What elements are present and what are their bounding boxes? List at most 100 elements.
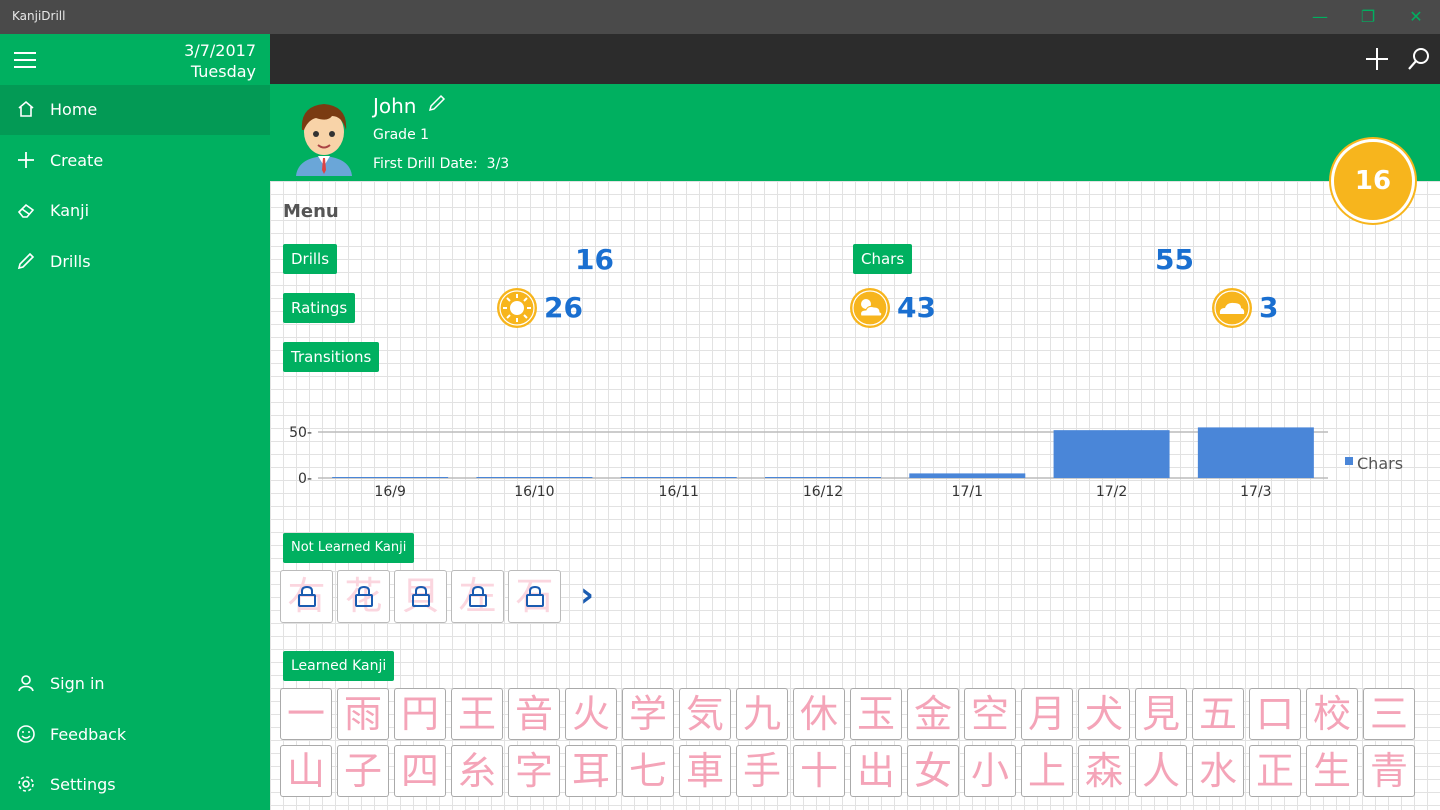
learned-kanji-tile[interactable]: 子: [337, 745, 389, 797]
learned-kanji-tile[interactable]: 生: [1306, 745, 1358, 797]
restore-button[interactable]: ❐: [1344, 0, 1392, 34]
plus-icon[interactable]: [1364, 46, 1390, 72]
learned-kanji-tile[interactable]: 火: [565, 688, 617, 740]
hamburger-menu-icon[interactable]: [14, 52, 38, 70]
learned-kanji-tile[interactable]: 犬: [1078, 688, 1130, 740]
chart-bar: [1197, 427, 1314, 478]
not-learned-tag[interactable]: Not Learned Kanji: [283, 533, 415, 563]
minimize-button[interactable]: —: [1296, 0, 1344, 34]
legend-label: Chars: [1357, 454, 1403, 473]
learned-kanji-tile[interactable]: 九: [736, 688, 788, 740]
main-content: Menu Drills 16 Chars 55 Ratings 26 43 3 …: [270, 181, 1440, 810]
learned-kanji-tile[interactable]: 雨: [337, 688, 389, 740]
learned-tag[interactable]: Learned Kanji: [283, 651, 395, 681]
next-arrow-icon[interactable]: ›: [580, 577, 594, 613]
plus-icon: [18, 152, 34, 168]
learned-kanji-tile[interactable]: 口: [1249, 688, 1301, 740]
nav-item-sign-in[interactable]: Sign in: [0, 659, 270, 709]
learned-kanji-tile[interactable]: 気: [679, 688, 731, 740]
learned-kanji-tile[interactable]: 上: [1021, 745, 1073, 797]
y-tick-label: 50-: [289, 425, 312, 441]
learned-kanji-tile[interactable]: 音: [508, 688, 560, 740]
nav-label-drills: Drills: [50, 252, 91, 271]
locked-kanji-tile[interactable]: 右: [280, 570, 333, 623]
ratings-tag[interactable]: Ratings: [283, 293, 356, 323]
learned-kanji-tile[interactable]: 青: [1363, 745, 1415, 797]
learned-kanji-tile[interactable]: 休: [793, 688, 845, 740]
x-tick-label: 17/3: [1240, 484, 1271, 500]
lock-icon: [526, 585, 544, 607]
weekday-text: Tuesday: [190, 62, 256, 81]
person-icon: [18, 675, 34, 692]
nav-item-create[interactable]: Create: [0, 136, 270, 186]
learned-kanji-tile[interactable]: 五: [1192, 688, 1244, 740]
title-bar: KanjiDrill — ❐ ✕: [0, 0, 1440, 34]
learned-kanji-tile[interactable]: 山: [280, 745, 332, 797]
learned-kanji-tile[interactable]: 四: [394, 745, 446, 797]
locked-kanji-tile[interactable]: 花: [337, 570, 390, 623]
drills-count: 16: [575, 243, 614, 276]
nav-label-kanji: Kanji: [50, 201, 90, 220]
learned-kanji-tile[interactable]: 手: [736, 745, 788, 797]
nav-label-create: Create: [50, 151, 104, 170]
learned-kanji-tile[interactable]: 校: [1306, 688, 1358, 740]
nav-item-home[interactable]: Home: [0, 85, 270, 135]
x-tick-label: 16/11: [659, 484, 699, 500]
avatar[interactable]: [290, 94, 358, 176]
edit-pencil-icon[interactable]: [428, 94, 446, 112]
nav-item-kanji[interactable]: Kanji: [0, 186, 270, 236]
first-drill-value: 3/3: [486, 156, 510, 172]
lock-icon: [355, 585, 373, 607]
x-tick-label: 17/2: [1096, 484, 1127, 500]
locked-kanji-tile[interactable]: 貝: [394, 570, 447, 623]
transitions-tag[interactable]: Transitions: [283, 342, 380, 372]
x-tick-label: 16/12: [803, 484, 843, 500]
learned-kanji-tile[interactable]: 十: [793, 745, 845, 797]
rating-partly-count: 43: [897, 291, 936, 324]
chart-bar: [620, 477, 737, 478]
chart-bar: [476, 477, 593, 478]
learned-kanji-tile[interactable]: 月: [1021, 688, 1073, 740]
x-tick-label: 17/1: [952, 484, 983, 500]
menu-heading: Menu: [283, 201, 339, 222]
transitions-chart: 50- 0- 16/9 16/10 16/11 16/12 17/1 17/2 17/3 Char…: [289, 425, 1403, 500]
nav-item-feedback[interactable]: Feedback: [0, 710, 270, 760]
learned-kanji-tile[interactable]: 七: [622, 745, 674, 797]
learned-kanji-tile[interactable]: 糸: [451, 745, 503, 797]
learned-kanji-tile[interactable]: 学: [622, 688, 674, 740]
nav-label-settings: Settings: [50, 775, 116, 794]
close-button[interactable]: ✕: [1392, 0, 1440, 34]
learned-kanji-tile[interactable]: 見: [1135, 688, 1187, 740]
lock-icon: [469, 585, 487, 607]
profile-name: John: [373, 94, 417, 118]
learned-kanji-tile[interactable]: 金: [907, 688, 959, 740]
learned-kanji-tile[interactable]: 女: [907, 745, 959, 797]
rating-sunny-count: 26: [544, 291, 583, 324]
learned-kanji-tile[interactable]: 字: [508, 745, 560, 797]
first-drill-label: First Drill Date:: [373, 156, 478, 172]
learned-kanji-tile[interactable]: 人: [1135, 745, 1187, 797]
learned-kanji-tile[interactable]: 正: [1249, 745, 1301, 797]
nav-item-drills[interactable]: Drills: [0, 237, 270, 287]
learned-kanji-tile[interactable]: 三: [1363, 688, 1415, 740]
locked-kanji-tile[interactable]: 石: [508, 570, 561, 623]
learned-kanji-tile[interactable]: 円: [394, 688, 446, 740]
learned-kanji-tile[interactable]: 一: [280, 688, 332, 740]
learned-kanji-tile[interactable]: 出: [850, 745, 902, 797]
chars-tag[interactable]: Chars: [853, 244, 913, 274]
learned-kanji-tile[interactable]: 王: [451, 688, 503, 740]
search-icon[interactable]: [1406, 46, 1432, 72]
nav-item-settings[interactable]: Settings: [0, 760, 270, 810]
learned-kanji-tile[interactable]: 車: [679, 745, 731, 797]
drills-tag[interactable]: Drills: [283, 244, 338, 274]
learned-kanji-tile[interactable]: 森: [1078, 745, 1130, 797]
learned-kanji-tile[interactable]: 小: [964, 745, 1016, 797]
pencil-icon: [17, 252, 35, 270]
learned-kanji-tile[interactable]: 耳: [565, 745, 617, 797]
kanjidrill-window: KanjiDrill — ❐ ✕ 3/7/2017 Tuesday Home C…: [0, 0, 1440, 810]
locked-kanji-tile[interactable]: 左: [451, 570, 504, 623]
command-bar: [270, 34, 1440, 84]
learned-kanji-tile[interactable]: 水: [1192, 745, 1244, 797]
learned-kanji-tile[interactable]: 空: [964, 688, 1016, 740]
learned-kanji-tile[interactable]: 玉: [850, 688, 902, 740]
